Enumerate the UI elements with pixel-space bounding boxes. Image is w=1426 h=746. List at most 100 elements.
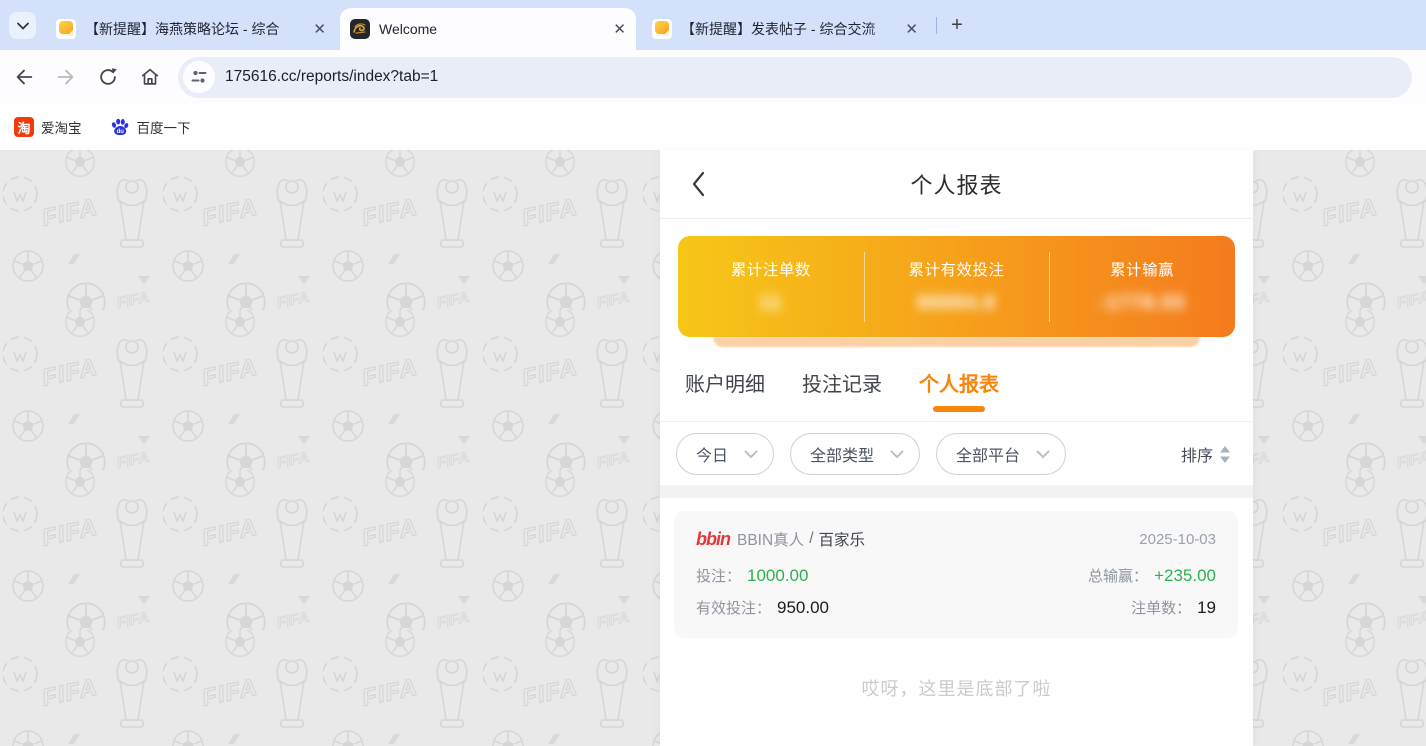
valid-bet-value: 950.00 (777, 598, 829, 618)
bookmark-taobao[interactable]: 淘 爱淘宝 (14, 117, 82, 137)
back-arrow-icon (13, 66, 35, 88)
sort-arrows-icon (1219, 446, 1231, 463)
gold-emblem-glyph (350, 19, 370, 39)
chevron-down-icon (1036, 450, 1050, 459)
record-row-1: 投注： 1000.00 总输赢： +235.00 (696, 565, 1216, 586)
filter-label: 今日 (696, 442, 728, 466)
back-chevron-button[interactable] (690, 170, 706, 203)
sort-label: 排序 (1181, 442, 1213, 466)
page-title: 个人报表 (910, 168, 1002, 200)
spacer (660, 498, 1253, 511)
tab-personal-report[interactable]: 个人报表 (919, 368, 999, 421)
tab-label: 投注记录 (802, 368, 882, 397)
section-divider-band (660, 485, 1253, 498)
tab-label: 个人报表 (919, 368, 999, 397)
stat-divider (864, 252, 865, 322)
bottom-reached-text: 哎呀，这里是底部了啦 (660, 675, 1253, 701)
yellow-message-icon (652, 19, 672, 39)
bet-label: 投注： (696, 565, 741, 586)
record-separator: / (809, 530, 813, 548)
reload-button[interactable] (96, 65, 120, 89)
record-game: 百家乐 (819, 528, 866, 550)
chevron-down-icon (744, 450, 758, 459)
browser-toolbar: 175616.cc/reports/index?tab=1 (0, 50, 1426, 104)
forward-button[interactable] (54, 65, 78, 89)
yellow-message-icon (56, 19, 76, 39)
active-tab-underline (933, 406, 985, 412)
stats-card-shadow (713, 337, 1200, 347)
tab-title: 【新提醒】海燕策略论坛 - 综合 (85, 19, 305, 39)
browser-tab-3[interactable]: 【新提醒】发表帖子 - 综合交流 ✕ (642, 8, 928, 50)
stat-label: 累计有效投注 (909, 258, 1005, 280)
filter-bar: 今日 全部类型 全部平台 排序 (660, 422, 1253, 485)
reload-icon (97, 66, 119, 88)
stats-card: 累计注单数 11 累计有效投注 88884.8 累计输赢 -1778.55 (678, 236, 1235, 337)
date-filter-dropdown[interactable]: 今日 (676, 433, 774, 475)
type-filter-dropdown[interactable]: 全部类型 (790, 433, 920, 475)
browser-tab-strip: 【新提醒】海燕策略论坛 - 综合 ✕ Welcome ✕ 【新提醒】发表帖子 -… (0, 0, 1426, 50)
forward-arrow-icon (55, 66, 77, 88)
bookmark-label: 百度一下 (137, 117, 191, 137)
stat-divider (1049, 252, 1050, 322)
svg-text:du: du (116, 129, 124, 135)
bookmark-baidu[interactable]: du 百度一下 (110, 117, 191, 137)
bookmark-label: 爱淘宝 (41, 117, 82, 137)
tab-label: 账户明细 (685, 368, 765, 397)
tab-search-button[interactable] (9, 12, 36, 39)
stat-valid-bets: 累计有效投注 88884.8 (864, 236, 1050, 337)
browser-tab-1[interactable]: 【新提醒】海燕策略论坛 - 综合 ✕ (46, 8, 336, 50)
tune-icon (190, 68, 208, 86)
address-bar[interactable]: 175616.cc/reports/index?tab=1 (178, 57, 1412, 98)
stat-total-orders: 累计注单数 11 (678, 236, 864, 337)
win-value: +235.00 (1154, 566, 1216, 586)
valid-bet-label: 有效投注： (696, 597, 771, 618)
stat-value-masked: -1778.55 (1099, 292, 1186, 315)
record-row-2: 有效投注： 950.00 注单数： 19 (696, 597, 1216, 618)
stat-win-loss: 累计输赢 -1778.55 (1049, 236, 1235, 337)
close-icon[interactable]: ✕ (905, 22, 918, 37)
browser-tab-active[interactable]: Welcome ✕ (340, 8, 636, 50)
sort-button[interactable]: 排序 (1181, 442, 1236, 466)
stat-value-masked: 88884.8 (917, 292, 996, 315)
home-button[interactable] (138, 65, 162, 89)
chevron-down-icon (17, 22, 29, 30)
close-icon[interactable]: ✕ (613, 22, 626, 37)
stat-label: 累计注单数 (731, 258, 811, 280)
chevron-left-icon (690, 170, 706, 198)
platform-filter-dropdown[interactable]: 全部平台 (936, 433, 1066, 475)
report-record-card[interactable]: bbin BBIN真人 / 百家乐 2025-10-03 投注： 1000.00… (674, 511, 1238, 638)
order-count-label: 注单数： (1131, 597, 1191, 618)
bet-value: 1000.00 (747, 566, 808, 586)
filter-label: 全部类型 (810, 442, 874, 466)
record-header: bbin BBIN真人 / 百家乐 2025-10-03 (696, 528, 1216, 550)
tab-title: Welcome (379, 21, 605, 37)
order-count-value: 19 (1197, 598, 1216, 618)
tab-account-detail[interactable]: 账户明细 (685, 368, 765, 421)
record-date: 2025-10-03 (1139, 531, 1216, 548)
tab-title: 【新提醒】发表帖子 - 综合交流 (681, 19, 897, 39)
report-header: 个人报表 (660, 150, 1253, 219)
tab-bet-records[interactable]: 投注记录 (802, 368, 882, 421)
home-icon (139, 66, 161, 88)
page-viewport: FIFA FIFA 个人报表 (0, 150, 1426, 746)
tab-separator (936, 17, 937, 34)
site-settings-button[interactable] (183, 61, 215, 93)
taobao-icon: 淘 (14, 117, 34, 137)
filter-label: 全部平台 (956, 442, 1020, 466)
bbin-logo: bbin (696, 529, 730, 550)
stat-label: 累计输赢 (1110, 258, 1174, 280)
back-button[interactable] (12, 65, 36, 89)
gold-emblem-icon (350, 19, 370, 39)
stat-value-masked: 11 (759, 292, 782, 315)
close-icon[interactable]: ✕ (313, 22, 326, 37)
bookmarks-bar: 淘 爱淘宝 du 百度一下 (0, 104, 1426, 150)
report-tabs: 账户明细 投注记录 个人报表 (660, 347, 1253, 422)
report-app-panel: 个人报表 累计注单数 11 累计有效投注 88884.8 累计输赢 -1778.… (660, 150, 1253, 746)
chevron-down-icon (890, 450, 904, 459)
record-provider: BBIN真人 (737, 528, 804, 550)
url-text[interactable]: 175616.cc/reports/index?tab=1 (225, 68, 438, 86)
win-label: 总输赢： (1088, 565, 1148, 586)
baidu-paw-icon: du (110, 117, 130, 137)
stats-section: 累计注单数 11 累计有效投注 88884.8 累计输赢 -1778.55 (660, 219, 1253, 347)
new-tab-button[interactable]: + (945, 13, 969, 37)
